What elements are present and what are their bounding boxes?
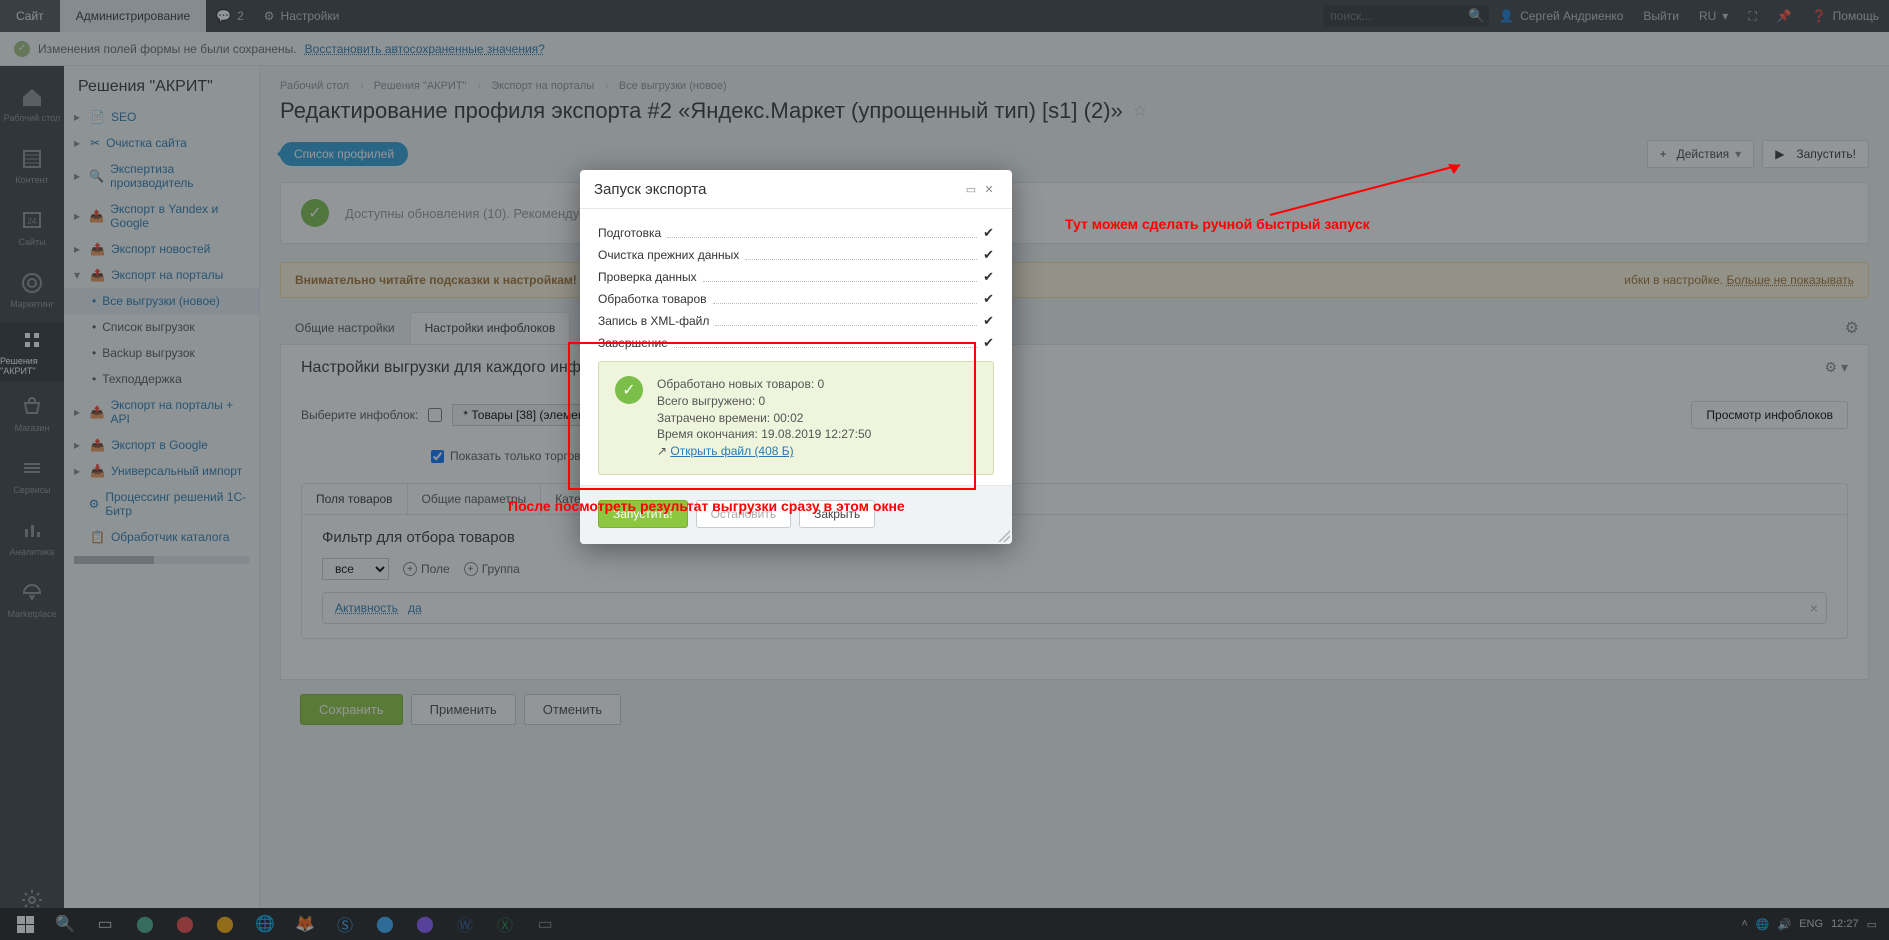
- step-label: Обработка товаров: [598, 292, 707, 306]
- step-label: Завершение: [598, 336, 668, 350]
- check-icon: ✔: [983, 269, 994, 285]
- export-run-modal: Запуск экспорта ▭ ✕ Подготовка ✔ Очистка …: [580, 170, 1012, 544]
- export-result-box: ✓ Обработано новых товаров: 0 Всего выгр…: [598, 361, 994, 475]
- modal-close-button[interactable]: Закрыть: [799, 500, 875, 528]
- open-file-link[interactable]: Открыть файл (408 Б): [670, 444, 793, 458]
- modal-stop-button[interactable]: Остановить: [696, 500, 792, 528]
- modal-close-icon[interactable]: ✕: [980, 180, 998, 198]
- step-label: Очистка прежних данных: [598, 248, 739, 262]
- step-label: Подготовка: [598, 226, 661, 240]
- modal-title: Запуск экспорта: [594, 181, 707, 198]
- modal-resize-handle[interactable]: [998, 530, 1010, 542]
- result-line: Время окончания: 19.08.2019 12:27:50: [657, 426, 871, 443]
- check-icon: ✔: [983, 335, 994, 351]
- check-icon: ✔: [983, 247, 994, 263]
- check-icon: ✔: [983, 225, 994, 241]
- modal-minimize-icon[interactable]: ▭: [962, 180, 980, 198]
- success-check-icon: ✓: [615, 376, 643, 404]
- result-line: Обработано новых товаров: 0: [657, 376, 871, 393]
- step-label: Запись в XML-файл: [598, 314, 709, 328]
- check-icon: ✔: [983, 313, 994, 329]
- modal-run-button[interactable]: Запустить!: [598, 500, 688, 528]
- check-icon: ✔: [983, 291, 994, 307]
- result-line: Затрачено времени: 00:02: [657, 410, 871, 427]
- result-line: Всего выгружено: 0: [657, 393, 871, 410]
- step-label: Проверка данных: [598, 270, 697, 284]
